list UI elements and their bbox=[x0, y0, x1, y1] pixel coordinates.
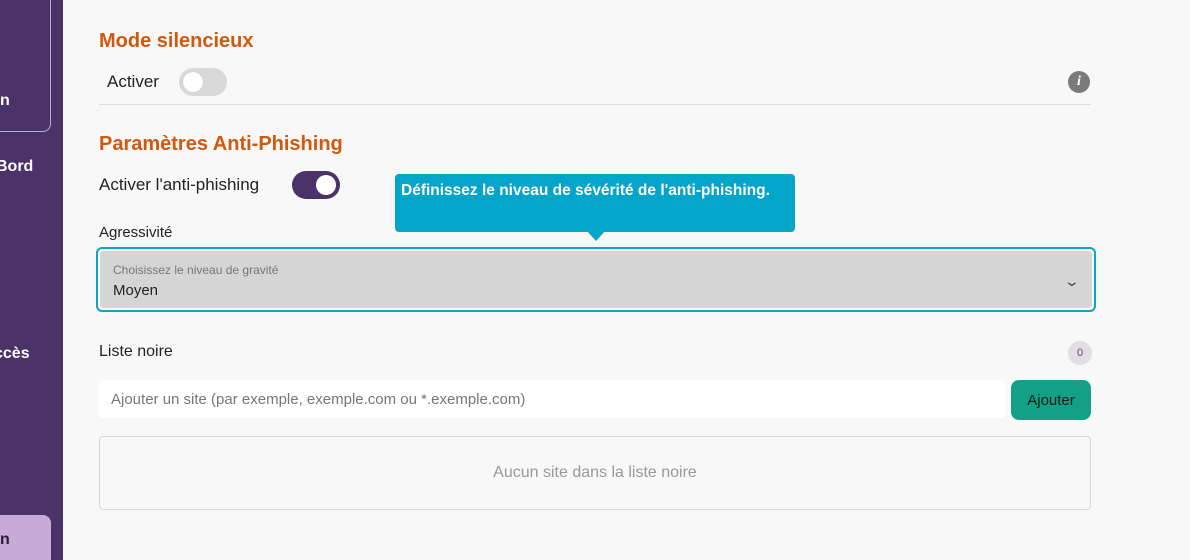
aggressiveness-label: Agressivité bbox=[99, 224, 173, 241]
blacklist-count-badge: 0 bbox=[1068, 341, 1092, 365]
anti-phishing-title: Paramètres Anti-Phishing bbox=[99, 133, 343, 155]
severity-tooltip: Définissez le niveau de sévérité de l'an… bbox=[395, 174, 795, 232]
add-site-button[interactable]: Ajouter bbox=[1011, 380, 1091, 420]
chevron-down-icon[interactable]: ⌄ bbox=[1064, 273, 1080, 290]
silent-mode-toggle-label: Activer bbox=[107, 72, 159, 91]
sidebar-item-access[interactable]: ccès bbox=[0, 345, 30, 363]
info-icon[interactable]: i bbox=[1068, 71, 1090, 93]
severity-select-value: Moyen bbox=[113, 282, 159, 299]
blacklist-site-input[interactable] bbox=[99, 380, 1005, 418]
sidebar-item-label[interactable]: n bbox=[0, 92, 10, 110]
blacklist-title: Liste noire bbox=[99, 343, 173, 360]
anti-phishing-toggle[interactable] bbox=[292, 171, 340, 199]
section-divider bbox=[99, 104, 1091, 105]
silent-mode-toggle[interactable] bbox=[179, 68, 227, 96]
silent-mode-title: Mode silencieux bbox=[99, 30, 254, 52]
sidebar-item-active-label: n bbox=[0, 531, 10, 548]
sidebar: n Bord ccès n bbox=[0, 0, 63, 560]
tooltip-arrow bbox=[587, 231, 605, 241]
sidebar-item-active[interactable]: n bbox=[0, 515, 51, 560]
anti-phishing-toggle-label: Activer l'anti-phishing bbox=[99, 175, 260, 194]
blacklist-empty-state: Aucun site dans la liste noire bbox=[99, 436, 1091, 510]
sidebar-item-frame[interactable] bbox=[0, 0, 51, 132]
severity-select-field[interactable]: Choisissez le niveau de gravité Moyen ⌄ bbox=[100, 251, 1092, 308]
main-content: Mode silencieux Activer i Paramètres Ant… bbox=[63, 0, 1190, 560]
severity-select-caption: Choisissez le niveau de gravité bbox=[113, 263, 279, 277]
toggle-knob bbox=[183, 72, 203, 92]
severity-select[interactable]: Choisissez le niveau de gravité Moyen ⌄ bbox=[96, 247, 1096, 312]
sidebar-item-dashboard[interactable]: Bord bbox=[0, 158, 33, 176]
toggle-knob bbox=[316, 175, 336, 195]
